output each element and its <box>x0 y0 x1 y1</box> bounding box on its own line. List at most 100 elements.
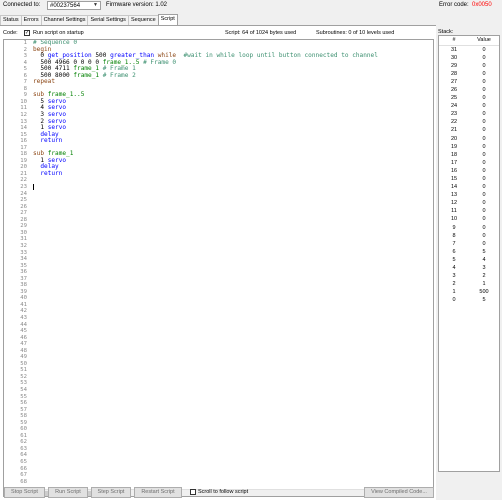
stack-value: 0 <box>482 159 486 166</box>
stack-value: 0 <box>482 184 486 191</box>
stack-row: 21 <box>439 280 499 288</box>
stack-index: 8 <box>452 232 456 239</box>
stack-row: 65 <box>439 248 499 256</box>
stack-index: 16 <box>450 167 458 174</box>
stack-value: 2 <box>482 273 486 280</box>
stack-row: 21 0 <box>439 126 499 134</box>
error-code-value: 0x0050 <box>472 2 492 8</box>
subroutine-usage: Subroutines: 0 of 10 levels used <box>316 30 395 36</box>
script-usage: Script: 64 of 1024 bytes used <box>225 30 297 36</box>
code-label: Code: <box>3 30 18 36</box>
tab-script[interactable]: Script <box>157 14 178 25</box>
stack-row: 05 <box>439 296 499 304</box>
stack-row: 80 <box>439 232 499 240</box>
stack-row: 54 <box>439 256 499 264</box>
stack-row: 14 0 <box>439 183 499 191</box>
stack-value: 0 <box>482 127 486 134</box>
stack-value: 0 <box>482 143 486 150</box>
device-select[interactable]: #00237564 ▼ <box>47 1 101 10</box>
stack-row: 12 0 <box>439 199 499 207</box>
stack-value: 5 <box>482 248 486 255</box>
stack-index: 1 <box>452 289 456 296</box>
step-script-button[interactable]: Step Script <box>91 487 131 498</box>
stack-index: 0 <box>452 297 456 304</box>
stack-index: 12 <box>450 200 458 207</box>
stop-script-button[interactable]: Stop Script <box>4 487 45 498</box>
stack-rows: 31 0 30 0 29 0 28 0 27 0 26 0 25 0 24 0 23 0 22 0 21 0 20 0 19 0 1… <box>439 45 499 305</box>
tab-sequence[interactable]: Sequence <box>127 15 159 25</box>
stack-index: 23 <box>450 111 458 118</box>
stack-row: 30 0 <box>439 54 499 62</box>
stack-index: 10 <box>450 216 458 223</box>
stack-index: 13 <box>450 192 458 199</box>
stack-value: 0 <box>482 135 486 142</box>
chevron-down-icon[interactable]: ▼ <box>91 2 100 9</box>
tab-bar: Status Errors Channel Settings Serial Se… <box>0 14 178 25</box>
stack-index: 21 <box>450 127 458 134</box>
stack-value: 0 <box>482 95 486 102</box>
stack-value: 0 <box>482 103 486 110</box>
stack-row: 20 0 <box>439 135 499 143</box>
stack-index: 7 <box>452 240 456 247</box>
stack-col-index: # <box>439 36 469 46</box>
scroll-follow-checkbox[interactable] <box>190 489 196 495</box>
stack-value: 0 <box>482 216 486 223</box>
stack-value: 0 <box>482 62 486 69</box>
bottom-toolbar: Stop Script Run Script Step Script Resta… <box>0 487 436 499</box>
stack-value: 0 <box>482 232 486 239</box>
run-script-button[interactable]: Run Script <box>48 487 88 498</box>
stack-value: 0 <box>482 192 486 199</box>
stack-row: 26 0 <box>439 86 499 94</box>
run-on-startup-label[interactable]: Run script on startup <box>33 30 84 36</box>
stack-value: 0 <box>482 176 486 182</box>
stack-row: 28 0 <box>439 70 499 78</box>
stack-value: 0 <box>482 46 486 53</box>
stack-index: 25 <box>450 95 458 102</box>
stack-value: 1 <box>482 281 486 288</box>
run-on-startup-checkbox[interactable]: ✓ <box>24 30 30 36</box>
code-token: # Frame 2 <box>99 71 136 79</box>
stack-value: 0 <box>482 200 486 207</box>
tab-errors[interactable]: Errors <box>20 15 42 25</box>
stack-index: 5 <box>452 256 456 263</box>
stack-value: 0 <box>482 111 486 118</box>
script-options: Code: ✓ Run script on startup Script: 64… <box>3 30 433 38</box>
stack-value: 0 <box>482 54 486 61</box>
script-editor[interactable]: 1 2 3 4 5 6 7 8 9 10 11 12 13 14 15 16 17 18 19 20 21 22 23 24 2… <box>3 39 434 497</box>
stack-row: 18 0 <box>439 151 499 159</box>
stack-row: 23 0 <box>439 110 499 118</box>
code-token: return <box>33 169 63 177</box>
code-line[interactable] <box>33 184 428 191</box>
stack-index: 14 <box>450 184 458 191</box>
view-compiled-code-button[interactable]: View Compiled Code... <box>364 487 434 498</box>
device-value: #00237564 <box>50 3 81 9</box>
tab-serial-settings[interactable]: Serial Settings <box>87 15 129 25</box>
stack-index: 9 <box>452 224 456 231</box>
text-cursor <box>33 184 34 191</box>
stack-value: 0 <box>482 167 486 174</box>
stack-row: 70 <box>439 240 499 248</box>
stack-col-value: Value <box>469 36 499 46</box>
stack-row: 11 0 <box>439 207 499 215</box>
code-token: repeat <box>33 78 56 86</box>
stack-row: 10 0 <box>439 215 499 223</box>
scroll-follow-label[interactable]: Scroll to follow script <box>198 489 248 495</box>
tab-status[interactable]: Status <box>0 15 22 25</box>
tab-channel-settings[interactable]: Channel Settings <box>40 15 89 25</box>
stack-row: 90 <box>439 224 499 232</box>
stack-value: 4 <box>482 256 486 263</box>
stack-value: 0 <box>482 240 486 247</box>
stack-index: 26 <box>450 86 458 93</box>
stack-index: 30 <box>450 54 458 61</box>
stack-row: 24 0 <box>439 102 499 110</box>
stack-index: 20 <box>450 135 458 142</box>
stack-row: 29 0 <box>439 62 499 70</box>
line-number: 68 <box>20 478 27 485</box>
stack-index: 22 <box>450 119 458 126</box>
stack-index: 17 <box>450 159 458 166</box>
stack-value: 0 <box>482 119 486 126</box>
restart-script-button[interactable]: Restart Script <box>134 487 182 498</box>
code-area[interactable]: # Sequence 0 begin 0 get_position 500 gre… <box>33 40 428 490</box>
code-token: #wait in while loop until button connect… <box>176 52 378 60</box>
stack-value: 0 <box>482 208 486 215</box>
